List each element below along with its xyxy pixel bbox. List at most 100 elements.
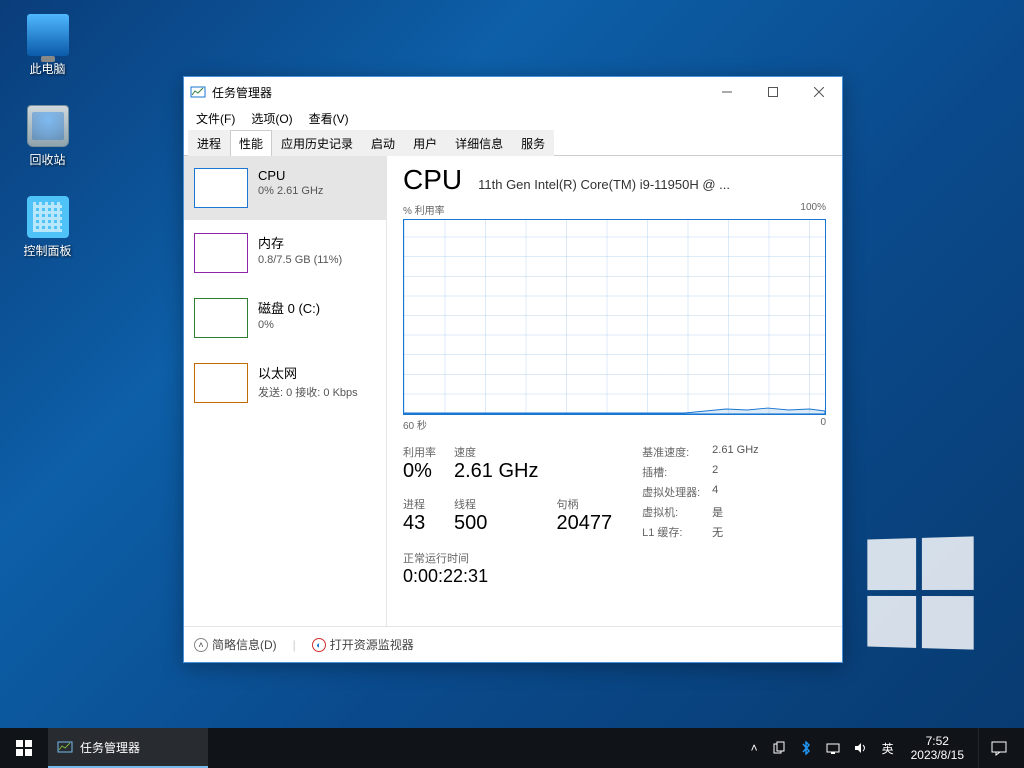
fewer-details-link[interactable]: ˄ 简略信息(D) (194, 636, 277, 653)
stat-value-processes: 43 (403, 512, 436, 535)
stat-label: 句柄 (556, 496, 612, 512)
cpu-utilization-chart[interactable] (403, 219, 826, 415)
disk-thumb-icon (194, 298, 248, 338)
tab-processes[interactable]: 进程 (188, 130, 230, 156)
stat-value-threads: 500 (454, 512, 538, 535)
stat-label: 线程 (454, 496, 538, 512)
stat-label: 利用率 (403, 444, 436, 460)
task-manager-window: 任务管理器 文件(F) 选项(O) 查看(V) 进程 性能 应用历史记录 启动 … (183, 76, 843, 663)
stat-value-vprocs: 4 (712, 484, 758, 500)
tab-performance[interactable]: 性能 (230, 130, 272, 156)
stat-value-handles: 20477 (556, 512, 612, 535)
network-icon[interactable] (823, 741, 843, 755)
chart-label-util: % 利用率 (403, 202, 445, 217)
window-footer: ˄ 简略信息(D) | ◐ 打开资源监视器 (184, 626, 842, 662)
memory-thumb-icon (194, 233, 248, 273)
stat-label: 虚拟机: (642, 504, 700, 520)
stat-value-speed: 2.61 GHz (454, 460, 538, 483)
tabs: 进程 性能 应用历史记录 启动 用户 详细信息 服务 (184, 129, 842, 156)
this-pc-icon (27, 14, 69, 56)
titlebar[interactable]: 任务管理器 (184, 77, 842, 107)
cpu-heading: CPU (403, 164, 462, 196)
stat-value-sockets: 2 (712, 464, 758, 480)
sidebar-item-label: CPU (258, 168, 323, 183)
stats-right: 基准速度: 2.61 GHz 插槽: 2 虚拟处理器: 4 虚拟机: 是 L1 缓存: 无 (642, 444, 759, 540)
bluetooth-icon[interactable] (797, 741, 815, 755)
ethernet-thumb-icon (194, 363, 248, 403)
ime-indicator[interactable]: 英 (879, 740, 897, 757)
desktop-icon-label: 控制面板 (23, 242, 71, 259)
start-button[interactable] (0, 728, 48, 768)
tray-device-icon[interactable] (769, 741, 789, 755)
stat-value-vm: 是 (712, 504, 758, 520)
sidebar-item-detail: 发送: 0 接收: 0 Kbps (258, 384, 358, 400)
task-manager-icon (56, 738, 74, 756)
stats-left: 利用率0% 速度2.61 GHz 进程43 线程500 句柄20477 (403, 444, 612, 540)
perf-main: CPU 11th Gen Intel(R) Core(TM) i9-11950H… (387, 156, 842, 626)
stat-label: 基准速度: (642, 444, 700, 460)
sidebar-item-label: 以太网 (258, 363, 358, 382)
taskbar-item-label: 任务管理器 (80, 739, 140, 756)
tab-app-history[interactable]: 应用历史记录 (272, 130, 362, 156)
sidebar-item-detail: 0.8/7.5 GB (11%) (258, 254, 342, 266)
control-panel-icon (27, 196, 69, 238)
action-center-button[interactable] (978, 728, 1018, 768)
clock-time: 7:52 (911, 734, 964, 748)
tab-services[interactable]: 服务 (512, 130, 554, 156)
tab-users[interactable]: 用户 (404, 130, 446, 156)
performance-body: CPU 0% 2.61 GHz 内存 0.8/7.5 GB (11%) 磁盘 0… (184, 156, 842, 626)
stat-label: 速度 (454, 444, 538, 460)
clock[interactable]: 7:52 2023/8/15 (905, 734, 970, 763)
menu-file[interactable]: 文件(F) (190, 108, 241, 129)
recycle-bin-icon (27, 105, 69, 147)
sidebar-item-label: 磁盘 0 (C:) (258, 298, 320, 317)
cpu-thumb-icon (194, 168, 248, 208)
tab-startup[interactable]: 启动 (362, 130, 404, 156)
open-resmon-link[interactable]: ◐ 打开资源监视器 (312, 636, 414, 653)
menu-view[interactable]: 查看(V) (303, 108, 355, 129)
cpu-model: 11th Gen Intel(R) Core(TM) i9-11950H @ .… (478, 177, 826, 192)
perf-sidebar: CPU 0% 2.61 GHz 内存 0.8/7.5 GB (11%) 磁盘 0… (184, 156, 387, 626)
desktop-icons: 此电脑 回收站 控制面板 (10, 10, 85, 263)
sidebar-item-disk[interactable]: 磁盘 0 (C:) 0% (184, 286, 386, 351)
sidebar-item-cpu[interactable]: CPU 0% 2.61 GHz (184, 156, 386, 221)
windows-logo-watermark (867, 536, 973, 649)
resmon-icon: ◐ (312, 638, 326, 652)
menubar: 文件(F) 选项(O) 查看(V) (184, 107, 842, 129)
minimize-button[interactable] (704, 77, 750, 107)
volume-icon[interactable] (851, 741, 871, 755)
stat-value-utilization: 0% (403, 460, 436, 483)
desktop-icon-control-panel[interactable]: 控制面板 (10, 192, 85, 263)
resmon-label: 打开资源监视器 (330, 636, 414, 653)
sidebar-item-ethernet[interactable]: 以太网 发送: 0 接收: 0 Kbps (184, 351, 386, 416)
desktop-icon-label: 回收站 (29, 151, 65, 168)
taskbar: 任务管理器 ˄ 英 7:52 2023/8/15 (0, 728, 1024, 768)
stat-value-base-speed: 2.61 GHz (712, 444, 758, 460)
system-tray: ˄ 英 7:52 2023/8/15 (748, 728, 1024, 768)
sidebar-item-label: 内存 (258, 233, 342, 252)
uptime-value: 0:00:22:31 (403, 566, 826, 587)
desktop-icon-this-pc[interactable]: 此电脑 (10, 10, 85, 81)
chart-label-60s: 60 秒 (403, 417, 427, 432)
stat-label: 插槽: (642, 464, 700, 480)
tray-chevron-up-icon[interactable]: ˄ (748, 741, 761, 755)
stat-label: 进程 (403, 496, 436, 512)
taskbar-item-task-manager[interactable]: 任务管理器 (48, 728, 208, 768)
stat-label: L1 缓存: (642, 524, 700, 540)
sidebar-item-detail: 0% (258, 319, 320, 331)
desktop-icon-recycle-bin[interactable]: 回收站 (10, 101, 85, 172)
menu-options[interactable]: 选项(O) (245, 108, 298, 129)
stat-value-l1: 无 (712, 524, 758, 540)
sidebar-item-detail: 0% 2.61 GHz (258, 185, 323, 197)
clock-date: 2023/8/15 (911, 748, 964, 762)
maximize-button[interactable] (750, 77, 796, 107)
task-manager-icon (190, 84, 206, 100)
fewer-details-label: 简略信息(D) (212, 636, 277, 653)
desktop-icon-label: 此电脑 (29, 60, 65, 77)
close-button[interactable] (796, 77, 842, 107)
tab-details[interactable]: 详细信息 (446, 130, 512, 156)
sidebar-item-memory[interactable]: 内存 0.8/7.5 GB (11%) (184, 221, 386, 286)
separator: | (293, 638, 296, 652)
chevron-up-icon: ˄ (194, 638, 208, 652)
stat-label: 虚拟处理器: (642, 484, 700, 500)
